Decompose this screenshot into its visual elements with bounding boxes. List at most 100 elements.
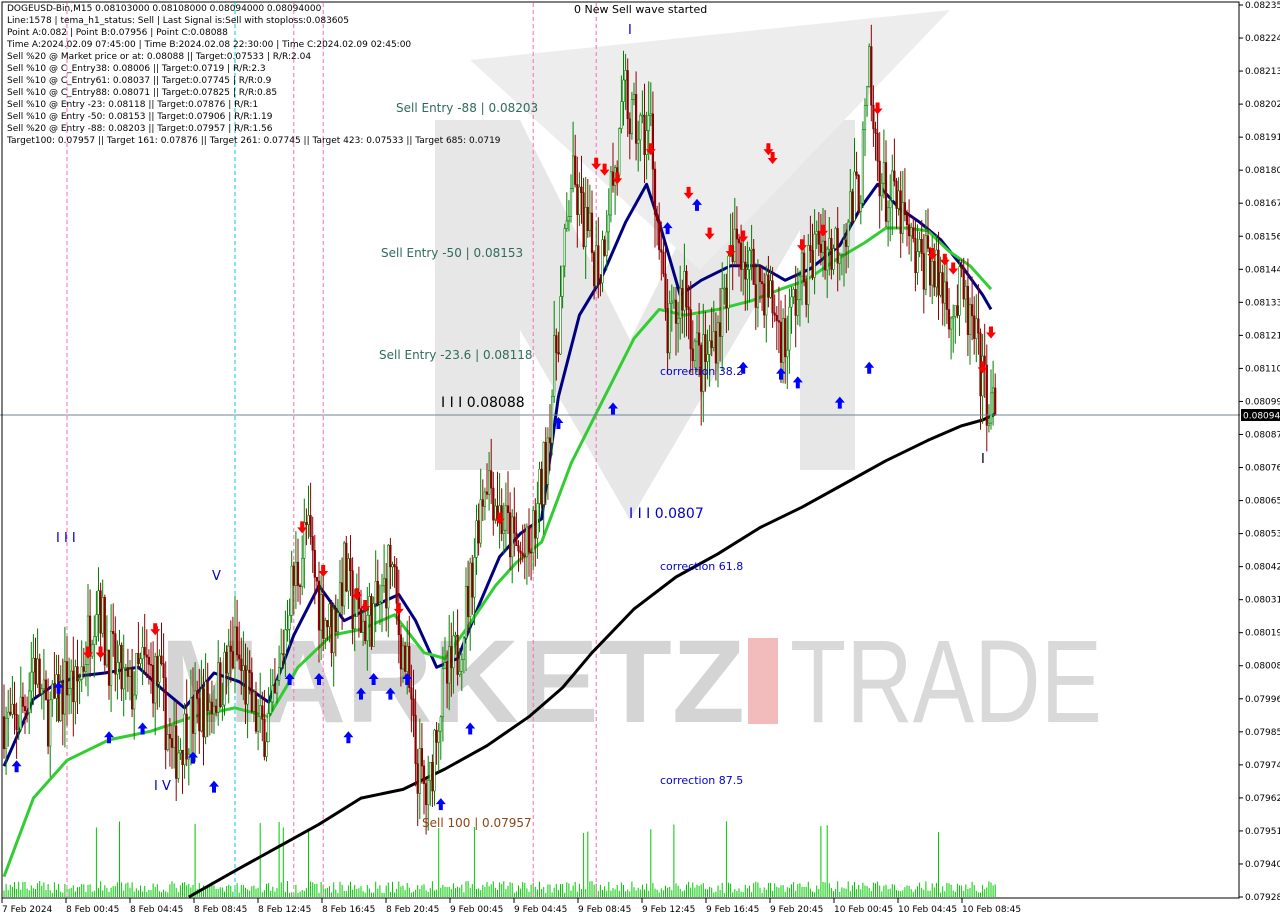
candle-body bbox=[511, 516, 514, 558]
candle-body bbox=[107, 649, 111, 686]
candle-body bbox=[393, 564, 396, 568]
candle-body bbox=[624, 70, 627, 81]
candle-body bbox=[603, 239, 606, 256]
candle-body bbox=[889, 200, 892, 209]
candle-body bbox=[704, 334, 707, 362]
candle-body bbox=[147, 656, 151, 665]
candle-body bbox=[265, 741, 268, 757]
current-price-badge: 0.08094 bbox=[1241, 409, 1280, 422]
candle-body bbox=[301, 557, 304, 587]
candle-body bbox=[485, 491, 489, 495]
candle-body bbox=[523, 555, 526, 558]
price-tick-label: 0.08110 bbox=[1245, 364, 1280, 374]
candle-body bbox=[679, 288, 682, 319]
candle-body bbox=[597, 245, 600, 283]
candle-body bbox=[966, 285, 969, 335]
candle-body bbox=[752, 248, 755, 285]
candle-body bbox=[380, 585, 384, 603]
candle-body bbox=[773, 312, 776, 316]
candle-body bbox=[834, 228, 837, 249]
chart-window: MARKETZ TRADE 0.08235 0.08224 0.08213 0.082… bbox=[0, 0, 1280, 920]
candle-body bbox=[252, 691, 256, 712]
info-line-entry-88: Sell %20 @ Entry -88: 0.08203 || Target:… bbox=[7, 124, 273, 134]
candle-body bbox=[334, 608, 337, 633]
candle-body bbox=[443, 662, 447, 670]
candle-body bbox=[542, 441, 545, 505]
price-tick-label: 0.07951 bbox=[1245, 827, 1280, 837]
candle-body bbox=[655, 214, 659, 221]
price-tick-label: 0.08156 bbox=[1245, 232, 1280, 242]
candle-body bbox=[748, 250, 751, 270]
candle-body bbox=[215, 705, 218, 713]
candle-body bbox=[311, 536, 314, 551]
candle-body bbox=[639, 114, 642, 141]
candle-body bbox=[865, 86, 869, 106]
candle-body bbox=[538, 468, 541, 504]
candle-body bbox=[456, 634, 459, 675]
candle-body bbox=[758, 266, 762, 282]
candle-body bbox=[445, 662, 449, 684]
level-b-label: I I I 0.0807 bbox=[629, 506, 704, 522]
candle-body bbox=[643, 114, 646, 155]
candle-body bbox=[712, 331, 715, 348]
candle-body bbox=[580, 186, 583, 194]
price-tick-label: 0.08019 bbox=[1245, 629, 1280, 639]
candle-body bbox=[578, 186, 581, 215]
watermark-mid bbox=[748, 638, 778, 724]
candle-body bbox=[609, 171, 612, 216]
candle-body bbox=[137, 653, 140, 664]
candle-body bbox=[907, 224, 911, 237]
sell-100-label: Sell 100 | 0.07957 bbox=[422, 816, 532, 830]
candle-body bbox=[683, 270, 686, 311]
candle-body bbox=[294, 561, 298, 586]
candle-body bbox=[519, 550, 522, 554]
time-tick-label: 9 Feb 20:45 bbox=[770, 905, 823, 915]
candle-body bbox=[809, 245, 812, 251]
candle-body bbox=[733, 228, 736, 262]
candle-body bbox=[802, 252, 806, 283]
candle-body bbox=[406, 646, 409, 672]
candle-body bbox=[273, 685, 277, 694]
candle-body bbox=[794, 289, 797, 316]
candle-body bbox=[739, 242, 743, 270]
candle-body bbox=[973, 315, 976, 339]
candle-body bbox=[784, 318, 787, 358]
candle-body bbox=[204, 681, 207, 738]
candle-body bbox=[601, 239, 604, 284]
candle-body bbox=[884, 162, 888, 222]
candle-body bbox=[292, 565, 295, 586]
candle-body bbox=[105, 649, 108, 666]
candle-body bbox=[620, 101, 623, 129]
candle-body bbox=[658, 220, 661, 251]
candle-body bbox=[977, 318, 980, 334]
candle-body bbox=[361, 620, 365, 633]
price-tick-label: 0.08213 bbox=[1245, 67, 1280, 77]
candle-body bbox=[544, 441, 547, 485]
candle-body bbox=[72, 670, 75, 703]
candle-body bbox=[452, 635, 455, 669]
candle-body bbox=[431, 762, 434, 792]
price-tick-label: 0.08031 bbox=[1245, 596, 1280, 606]
candle-body bbox=[855, 171, 858, 176]
candle-body bbox=[30, 671, 33, 692]
candle-body bbox=[313, 549, 316, 578]
candle-body bbox=[630, 99, 633, 135]
candle-body bbox=[177, 752, 180, 779]
candle-body bbox=[954, 305, 957, 317]
price-tick-label: 0.08224 bbox=[1245, 34, 1280, 44]
time-tick-label: 9 Feb 04:45 bbox=[514, 905, 567, 915]
candle-body bbox=[131, 669, 134, 710]
candle-body bbox=[351, 570, 354, 629]
candle-body bbox=[561, 265, 564, 297]
candle-body bbox=[298, 585, 302, 587]
candle-body bbox=[605, 231, 608, 256]
candle-body bbox=[994, 387, 997, 415]
candle-body bbox=[590, 212, 594, 253]
candle-body bbox=[557, 352, 560, 355]
time-tick-label: 9 Feb 00:45 bbox=[450, 905, 503, 915]
candle-body bbox=[179, 749, 182, 754]
candle-body bbox=[529, 551, 533, 554]
price-tick-label: 0.07940 bbox=[1245, 860, 1280, 870]
candle-body bbox=[275, 680, 279, 694]
candle-body bbox=[246, 669, 249, 705]
